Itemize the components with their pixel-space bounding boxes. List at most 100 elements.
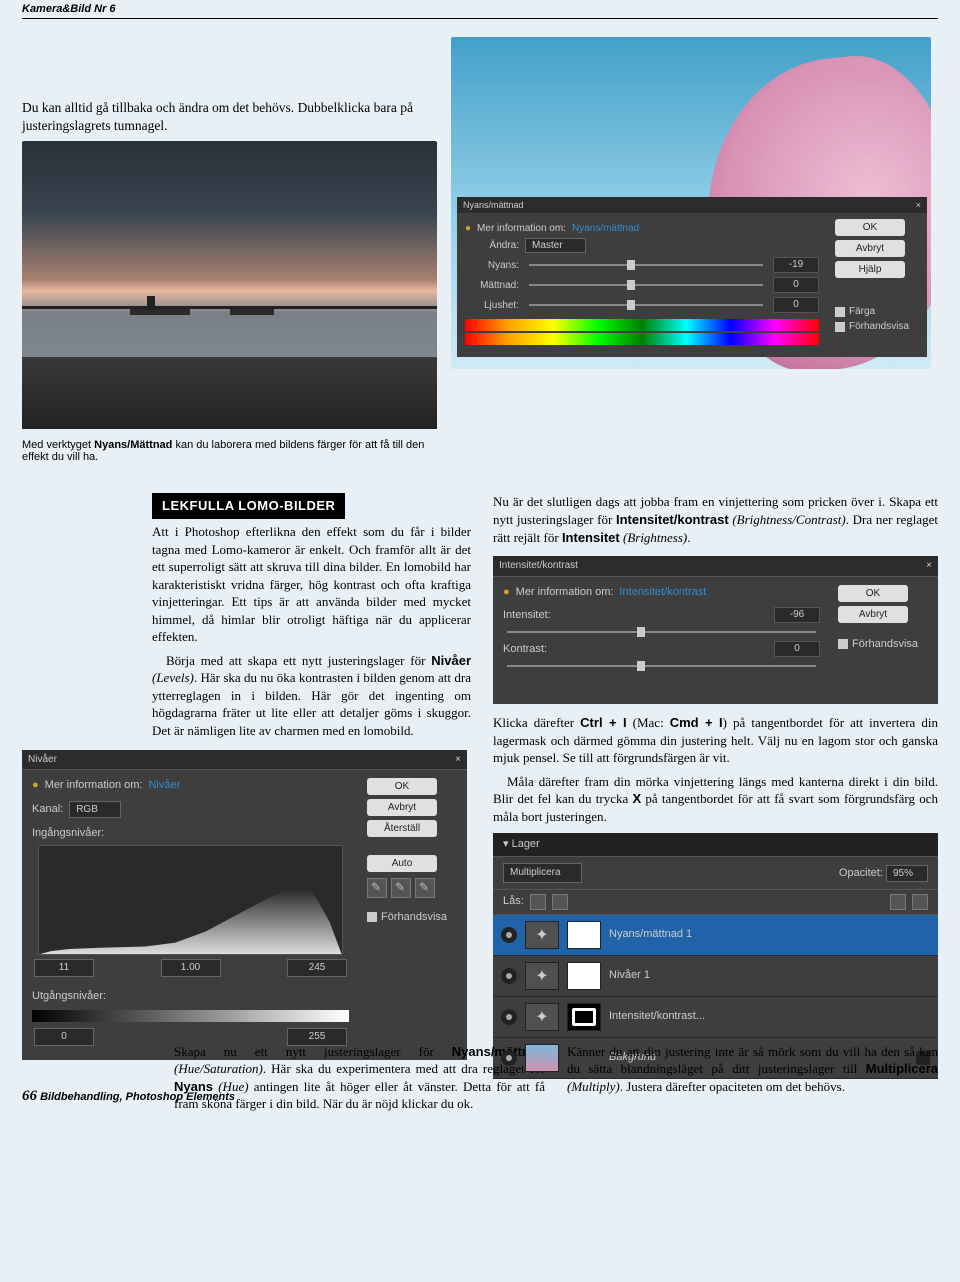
visibility-icon[interactable] xyxy=(501,1050,517,1066)
colorize-label: Färga xyxy=(849,306,875,317)
gamma-input[interactable]: 1.00 xyxy=(161,959,221,977)
layer-thumb xyxy=(525,921,559,949)
page-footer: 66 Bildbehandling, Photoshop Elements xyxy=(22,1088,235,1105)
contrast-slider[interactable] xyxy=(507,665,816,667)
ok-button[interactable]: OK xyxy=(367,778,437,795)
info-link[interactable]: Intensitet/kontrast xyxy=(619,585,706,600)
light-slider[interactable] xyxy=(529,304,763,306)
footer-text: Bildbehandling, Photoshop Elements xyxy=(40,1091,235,1103)
light-value[interactable]: 0 xyxy=(773,297,819,313)
preview-checkbox[interactable] xyxy=(838,639,848,649)
mid-row: LEKFULLA LOMO-BILDER Att i Photoshop eft… xyxy=(22,493,938,1078)
t: Cmd + I xyxy=(670,715,723,730)
intensity-slider[interactable] xyxy=(507,631,816,633)
foreground-dock xyxy=(22,357,437,429)
bottom-right: Känner du att din justering inte är så m… xyxy=(567,1043,938,1113)
eyedropper-white-icon[interactable] xyxy=(415,878,435,898)
auto-button[interactable]: Auto xyxy=(367,855,437,872)
visibility-icon[interactable] xyxy=(501,1009,517,1025)
t: X xyxy=(632,791,641,806)
opacity-input[interactable]: 95% xyxy=(886,865,928,882)
caption-pre: Med verktyget xyxy=(22,439,94,451)
layer-thumb xyxy=(525,1003,559,1031)
caption-tool: Nyans/Mättnad xyxy=(94,439,172,451)
eyedropper-gray-icon[interactable] xyxy=(391,878,411,898)
trash-icon[interactable] xyxy=(912,894,928,910)
info-link[interactable]: Nivåer xyxy=(148,778,180,793)
layer-row[interactable]: Nivåer 1 xyxy=(493,956,938,997)
intensity-value[interactable]: -96 xyxy=(774,607,820,623)
ok-button[interactable]: OK xyxy=(835,219,905,236)
lock-all-icon[interactable] xyxy=(552,894,568,910)
output-label: Utgångsnivåer: xyxy=(32,989,349,1004)
panel-title: Intensitet/kontrast xyxy=(499,560,578,571)
eyedroppers xyxy=(367,878,459,898)
channel-select[interactable]: RGB xyxy=(69,801,121,819)
mask-thumb xyxy=(567,921,601,949)
sat-value[interactable]: 0 xyxy=(773,277,819,293)
layer-name: Nyans/mättnad 1 xyxy=(609,927,692,942)
edit-select[interactable]: Master xyxy=(525,238,586,253)
box-p1: Att i Photoshop efterlikna den effekt so… xyxy=(152,523,471,646)
layer-row[interactable]: Intensitet/kontrast... xyxy=(493,997,938,1038)
t: . Justera därefter opaciteten om det beh… xyxy=(620,1079,845,1094)
bulb-icon: ● xyxy=(465,223,471,234)
hue-label: Nyans: xyxy=(465,260,519,271)
t: (Levels) xyxy=(152,670,194,685)
close-icon[interactable]: × xyxy=(916,200,921,210)
sat-slider[interactable] xyxy=(529,284,763,286)
eyedropper-black-icon[interactable] xyxy=(367,878,387,898)
lake-caption: Med verktyget Nyans/Mättnad kan du labor… xyxy=(22,439,437,463)
t: Klicka därefter xyxy=(493,715,580,730)
close-icon[interactable]: × xyxy=(926,559,932,573)
intensity-label: Intensitet: xyxy=(503,608,565,623)
contrast-value[interactable]: 0 xyxy=(774,641,820,657)
layer-thumb xyxy=(525,1044,559,1072)
contrast-label: Kontrast: xyxy=(503,642,565,657)
magazine-issue: Kamera&Bild Nr 6 xyxy=(22,0,938,19)
hue-slider[interactable] xyxy=(529,264,763,266)
shadow-input[interactable]: 11 xyxy=(34,959,94,977)
hue-sat-panel: Nyans/mättnad × ● Mer information om: Ny… xyxy=(457,197,927,357)
hue-strip2 xyxy=(465,333,819,345)
close-icon[interactable]: × xyxy=(455,753,461,767)
t: (Multiply) xyxy=(567,1079,620,1094)
top-left-col: Du kan alltid gå tillbaka och ändra om d… xyxy=(22,37,437,463)
t: Ctrl + I xyxy=(580,715,626,730)
info-label: Mer information om: xyxy=(516,585,614,600)
panel-title: Nivåer xyxy=(28,754,57,765)
cancel-button[interactable]: Avbryt xyxy=(835,240,905,257)
ok-button[interactable]: OK xyxy=(838,585,908,602)
help-button[interactable]: Hjälp xyxy=(835,261,905,278)
lock-transparent-icon[interactable] xyxy=(530,894,546,910)
reset-button[interactable]: Återställ xyxy=(367,820,437,837)
output-gradient[interactable] xyxy=(32,1010,349,1022)
cancel-button[interactable]: Avbryt xyxy=(838,606,908,623)
t: Börja med att skapa ett nytt justeringsl… xyxy=(166,653,431,668)
layer-row[interactable]: Nyans/mättnad 1 xyxy=(493,915,938,956)
channel-label: Kanal: xyxy=(32,802,63,817)
cancel-button[interactable]: Avbryt xyxy=(367,799,437,816)
highlight-input[interactable]: 245 xyxy=(287,959,347,977)
lock-row: Lås: xyxy=(493,889,938,915)
t: Intensitet xyxy=(562,530,620,545)
preview-checkbox[interactable] xyxy=(367,912,377,922)
panel-titlebar: Nivåer × xyxy=(22,750,467,771)
t: (Brightness) xyxy=(620,530,688,545)
visibility-icon[interactable] xyxy=(501,968,517,984)
preview-label: Förhandsvisa xyxy=(852,637,918,652)
link-icon[interactable] xyxy=(890,894,906,910)
info-link[interactable]: Nyans/mättnad xyxy=(572,223,639,234)
bulb-icon: ● xyxy=(503,585,510,600)
out-shadow-input[interactable]: 0 xyxy=(34,1028,94,1046)
panel-titlebar: ▾ Lager xyxy=(493,833,938,857)
layer-thumb xyxy=(525,962,559,990)
visibility-icon[interactable] xyxy=(501,927,517,943)
mask-thumb xyxy=(567,962,601,990)
preview-checkbox[interactable] xyxy=(835,322,845,332)
t: (Brightness/Contrast) xyxy=(729,512,846,527)
colorize-checkbox[interactable] xyxy=(835,307,845,317)
hue-value[interactable]: -19 xyxy=(773,257,819,273)
blend-mode-select[interactable]: Multiplicera xyxy=(503,863,582,883)
box-text: Att i Photoshop efterlikna den effekt so… xyxy=(152,523,471,740)
